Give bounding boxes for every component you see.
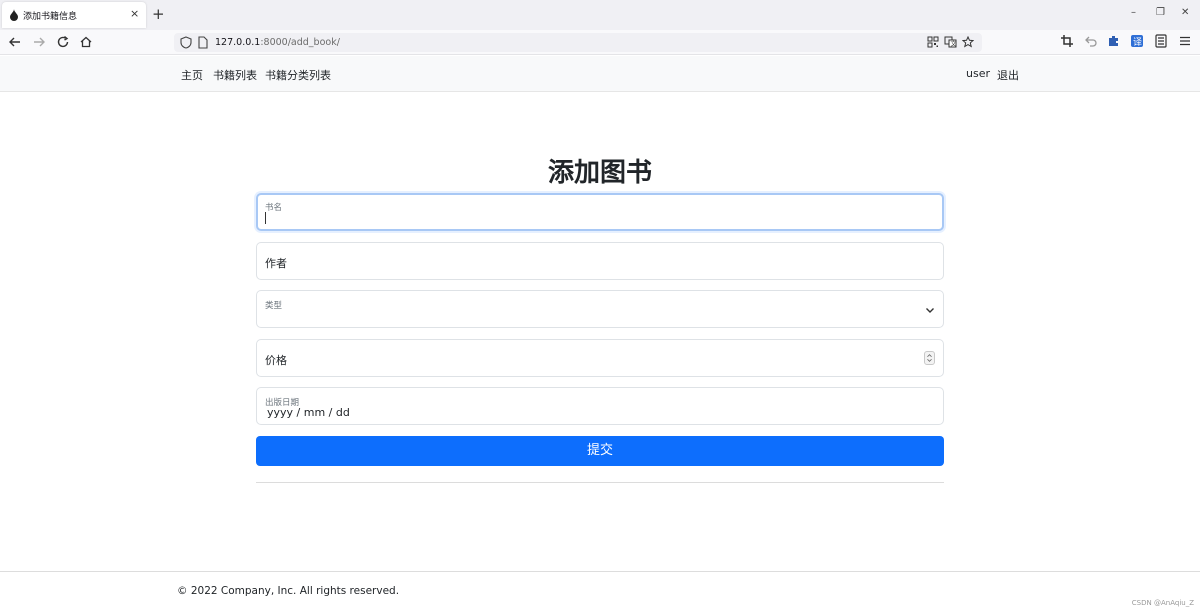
reader-icon[interactable] — [1154, 34, 1168, 48]
browser-tab[interactable]: 添加书籍信息 × — [2, 2, 146, 28]
book-name-input[interactable]: 书名 — [256, 193, 944, 231]
translate-icon[interactable]: 文 — [944, 36, 957, 48]
svg-text:译: 译 — [1133, 37, 1142, 48]
tab-title: 添加书籍信息 — [23, 12, 78, 22]
nav-link-category-list[interactable]: 书籍分类列表 — [265, 67, 331, 83]
nav-link-home[interactable]: 主页 — [181, 67, 203, 83]
page-icon[interactable] — [198, 36, 208, 49]
author-label: 作者 — [265, 257, 287, 270]
text-caret — [265, 212, 266, 224]
nav-logout[interactable]: 退出 — [997, 67, 1019, 83]
pub-date-input[interactable]: 出版日期 yyyy / mm / dd — [256, 387, 944, 425]
back-icon[interactable] — [7, 34, 23, 50]
translate-ext-icon[interactable]: 译 — [1130, 34, 1144, 48]
tab-close-icon[interactable]: × — [130, 7, 139, 20]
category-select[interactable]: 类型 — [256, 290, 944, 328]
minimize-icon[interactable]: – — [1131, 7, 1136, 18]
crop-icon[interactable] — [1060, 34, 1074, 48]
undo-icon[interactable] — [1084, 34, 1098, 48]
nav-link-book-list[interactable]: 书籍列表 — [213, 67, 257, 83]
browser-toolbar: 127.0.0.1:8000/add_book/ 文 译 — [0, 30, 1200, 55]
chevron-down-icon — [926, 308, 934, 313]
shield-icon[interactable] — [180, 36, 192, 49]
pub-date-placeholder: yyyy / mm / dd — [267, 406, 350, 419]
nav-user[interactable]: user — [966, 67, 990, 80]
bookmark-star-icon[interactable] — [962, 36, 974, 48]
footer-divider — [0, 571, 1200, 572]
favicon-icon — [10, 9, 18, 21]
book-name-label: 书名 — [265, 203, 283, 213]
qr-icon[interactable] — [927, 36, 939, 48]
footer-copyright: © 2022 Company, Inc. All rights reserved… — [177, 585, 400, 597]
price-input[interactable]: 价格 — [256, 339, 944, 377]
url-bar[interactable]: 127.0.0.1:8000/add_book/ 文 — [174, 33, 982, 52]
page-title: 添加图书 — [547, 158, 652, 188]
extension-icon[interactable] — [1107, 34, 1121, 48]
forward-icon[interactable] — [31, 34, 47, 50]
author-input[interactable]: 作者 — [256, 242, 944, 280]
browser-tab-bar: 添加书籍信息 × + – ❐ ✕ — [0, 0, 1200, 30]
submit-button[interactable]: 提交 — [256, 436, 944, 466]
menu-icon[interactable] — [1178, 34, 1192, 48]
url-path: :8000/add_book/ — [260, 37, 340, 48]
svg-text:文: 文 — [951, 40, 957, 48]
url-host: 127.0.0.1 — [215, 37, 261, 48]
reload-icon[interactable] — [55, 34, 71, 50]
new-tab-icon[interactable]: + — [152, 5, 165, 23]
price-label: 价格 — [265, 354, 287, 367]
category-label: 类型 — [265, 301, 283, 311]
site-navbar: 主页 书籍列表 书籍分类列表 user 退出 — [0, 56, 1200, 92]
number-spinner-icon[interactable] — [924, 351, 935, 365]
url-text[interactable]: 127.0.0.1:8000/add_book/ — [215, 37, 340, 48]
divider — [256, 482, 944, 483]
home-icon[interactable] — [78, 34, 94, 50]
restore-icon[interactable]: ❐ — [1156, 7, 1165, 18]
window-close-icon[interactable]: ✕ — [1181, 7, 1189, 18]
watermark: CSDN @AnAqiu_Z — [1131, 599, 1194, 607]
